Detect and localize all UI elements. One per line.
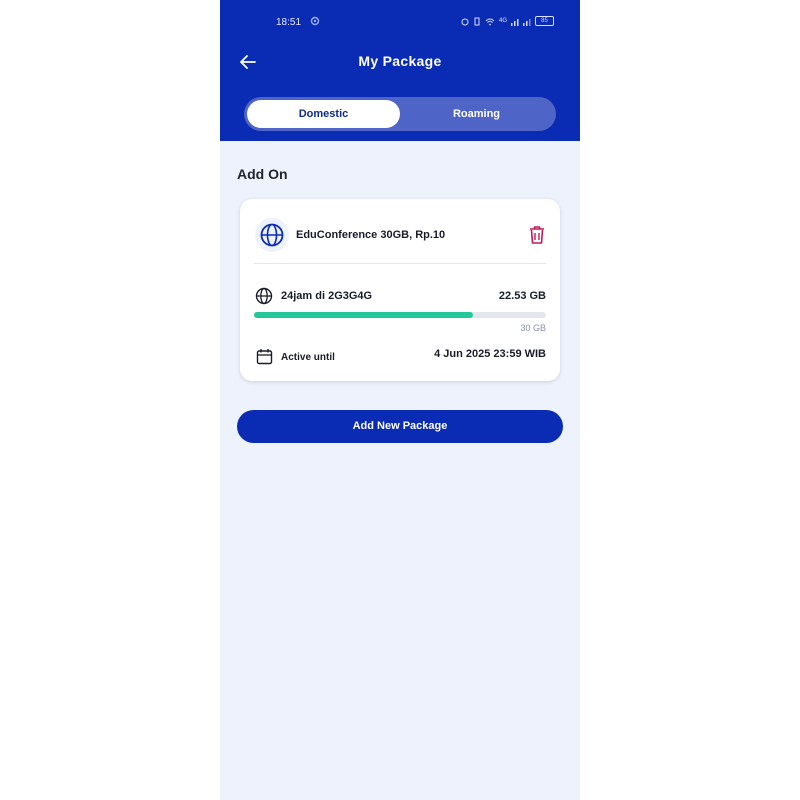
battery-icon: 85 — [535, 16, 554, 26]
card-divider — [254, 263, 546, 264]
package-card[interactable]: EduConference 30GB, Rp.10 24jam di 2G3G4… — [240, 199, 560, 381]
package-icon-wrap — [255, 218, 289, 252]
status-bar: 18:51 4G 85 — [220, 14, 580, 32]
quota-progress-fill — [254, 312, 473, 318]
status-time: 18:51 — [276, 17, 302, 28]
vibrate-icon — [474, 17, 480, 25]
section-title: Add On — [237, 166, 288, 182]
tab-domestic[interactable]: Domestic — [247, 100, 400, 128]
network-type: 4G — [498, 18, 507, 24]
active-until-label: Active until — [281, 352, 335, 363]
quota-name: 24jam di 2G3G4G — [281, 290, 373, 302]
page-title: My Package — [358, 53, 442, 69]
active-until-date: 4 Jun 2025 23:59 WIB — [434, 348, 546, 360]
calendar-icon — [256, 349, 273, 365]
signal-icon-2 — [523, 18, 531, 26]
globe-icon — [260, 223, 284, 247]
settings-status-icon — [310, 16, 320, 26]
package-name: EduConference 30GB, Rp.10 — [296, 229, 446, 241]
add-new-package-button[interactable]: Add New Package — [237, 410, 563, 443]
status-icons: 4G 85 — [461, 16, 554, 26]
phone-screen: 18:51 4G 85 My Package Domestic Roaming — [220, 0, 580, 800]
tab-roaming[interactable]: Roaming — [400, 100, 553, 128]
signal-icon-1 — [511, 18, 519, 26]
quota-total: 30 GB — [520, 323, 546, 333]
alarm-icon — [461, 18, 469, 25]
globe-icon — [255, 287, 273, 305]
package-tabs: Domestic Roaming — [244, 97, 556, 131]
app-header: 18:51 4G 85 My Package Domestic Roaming — [220, 0, 580, 141]
quota-remaining: 22.53 GB — [498, 290, 546, 302]
wifi-icon — [485, 18, 495, 25]
quota-progress-track — [254, 312, 546, 318]
trash-icon[interactable] — [528, 225, 546, 245]
